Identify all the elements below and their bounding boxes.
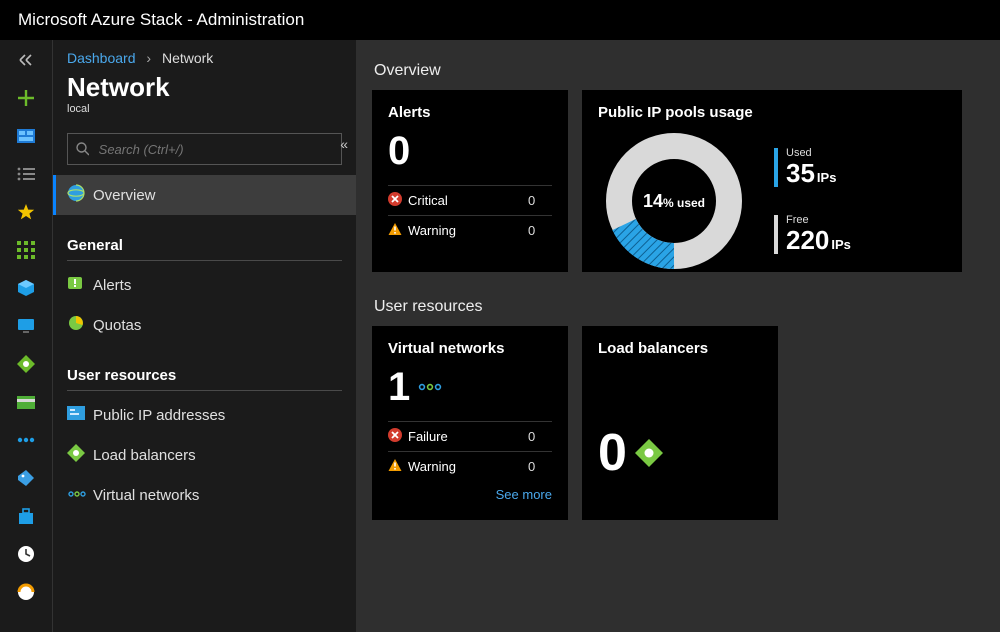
blade-nav: Dashboard › Network Network local « Over…	[52, 40, 356, 632]
icon-rail	[0, 40, 52, 632]
app-title: Microsoft Azure Stack - Administration	[18, 10, 304, 29]
card-vnets-title: Virtual networks	[388, 340, 552, 357]
app-header: Microsoft Azure Stack - Administration	[0, 0, 1000, 40]
breadcrumb-current: Network	[162, 50, 213, 66]
store-icon[interactable]	[0, 502, 52, 530]
failure-value: 0	[528, 429, 552, 444]
critical-value: 0	[528, 193, 552, 208]
donut-pct: 14	[643, 191, 663, 211]
dashboard-icon[interactable]	[0, 122, 52, 150]
card-ip-pools-title: Public IP pools usage	[598, 104, 946, 121]
quotas-icon	[67, 314, 93, 336]
virtual-networks-icon	[67, 487, 93, 504]
lb-inline-icon	[635, 439, 663, 467]
ip-used-value: 35	[786, 158, 815, 188]
warning-label: Warning	[408, 223, 528, 238]
alerts-icon	[67, 275, 93, 295]
ip-free-value: 220	[786, 225, 829, 255]
nav-public-ip-label: Public IP addresses	[93, 407, 225, 424]
nav-alerts[interactable]: Alerts	[53, 265, 356, 305]
warning-value: 0	[528, 223, 552, 238]
search-input[interactable]	[97, 141, 333, 158]
load-balancer-icon[interactable]	[0, 350, 52, 378]
nav-quotas[interactable]: Quotas	[53, 305, 356, 345]
warning-icon	[388, 222, 406, 239]
vnets-warning-label: Warning	[408, 459, 528, 474]
nav-alerts-label: Alerts	[93, 277, 131, 294]
content-area: Overview Alerts 0 Critical 0 Warning	[356, 40, 1000, 632]
section-user-resources-title: User resources	[374, 298, 982, 316]
group-user-resources: User resources	[67, 367, 342, 391]
ip-free-stat: Free 220IPs	[774, 215, 851, 254]
card-alerts-title: Alerts	[388, 104, 552, 121]
lb-total: 0	[598, 427, 627, 479]
collapse-blade-icon[interactable]: «	[340, 136, 348, 152]
nav-virtual-networks[interactable]: Virtual networks	[53, 475, 356, 515]
gauge-icon[interactable]	[0, 578, 52, 606]
nav-virtual-networks-label: Virtual networks	[93, 487, 199, 504]
critical-icon	[388, 192, 406, 209]
expand-rail-icon[interactable]	[0, 46, 52, 74]
tag-icon[interactable]	[0, 464, 52, 492]
group-general: General	[67, 237, 342, 261]
cube-icon[interactable]	[0, 274, 52, 302]
card-alerts[interactable]: Alerts 0 Critical 0 Warning 0	[372, 90, 568, 272]
card-load-balancers[interactable]: Load balancers 0	[582, 326, 778, 520]
add-icon[interactable]	[0, 84, 52, 112]
nav-overview-label: Overview	[93, 187, 156, 204]
nav-public-ip[interactable]: Public IP addresses	[53, 395, 356, 435]
vnets-failure-row: Failure 0	[388, 421, 552, 451]
nav-load-balancers-label: Load balancers	[93, 447, 196, 464]
vnets-warning-row: Warning 0	[388, 451, 552, 481]
critical-label: Critical	[408, 193, 528, 208]
ip-used-unit: IPs	[817, 170, 837, 185]
warning-icon-2	[388, 458, 406, 475]
failure-icon	[388, 428, 406, 445]
card-ip-pools[interactable]: Public IP pools usage	[582, 90, 962, 272]
search-icon	[76, 142, 89, 156]
search-box[interactable]	[67, 133, 342, 165]
alerts-warning-row: Warning 0	[388, 215, 552, 245]
card-virtual-networks[interactable]: Virtual networks 1 Failure 0 Warni	[372, 326, 568, 520]
vnets-inline-icon	[418, 380, 442, 394]
ip-free-unit: IPs	[831, 237, 851, 252]
load-balancers-nav-icon	[67, 444, 93, 466]
donut-suffix: % used	[663, 196, 705, 210]
favorite-star-icon[interactable]	[0, 198, 52, 226]
section-overview-title: Overview	[374, 62, 982, 80]
grid-icon[interactable]	[0, 236, 52, 264]
clock-icon[interactable]	[0, 540, 52, 568]
page-subtitle: local	[53, 103, 356, 129]
network-icon[interactable]	[0, 426, 52, 454]
vnets-total: 1	[388, 367, 410, 407]
vnets-warning-value: 0	[528, 459, 552, 474]
public-ip-icon	[67, 406, 93, 424]
breadcrumb-sep: ›	[146, 50, 151, 66]
page-title: Network	[53, 68, 356, 103]
card-icon[interactable]	[0, 388, 52, 416]
nav-overview[interactable]: Overview	[53, 175, 356, 215]
list-icon[interactable]	[0, 160, 52, 188]
breadcrumb-root[interactable]: Dashboard	[67, 50, 136, 66]
nav-load-balancers[interactable]: Load balancers	[53, 435, 356, 475]
ip-used-stat: Used 35IPs	[774, 148, 851, 187]
monitor-icon[interactable]	[0, 312, 52, 340]
failure-label: Failure	[408, 429, 528, 444]
breadcrumb: Dashboard › Network	[53, 40, 356, 68]
ip-usage-donut: 14% used	[604, 131, 744, 271]
card-lb-title: Load balancers	[598, 340, 762, 357]
alerts-critical-row: Critical 0	[388, 185, 552, 215]
nav-quotas-label: Quotas	[93, 317, 141, 334]
alerts-total: 0	[388, 131, 552, 171]
see-more-link[interactable]: See more	[388, 481, 552, 502]
globe-icon	[67, 184, 93, 206]
